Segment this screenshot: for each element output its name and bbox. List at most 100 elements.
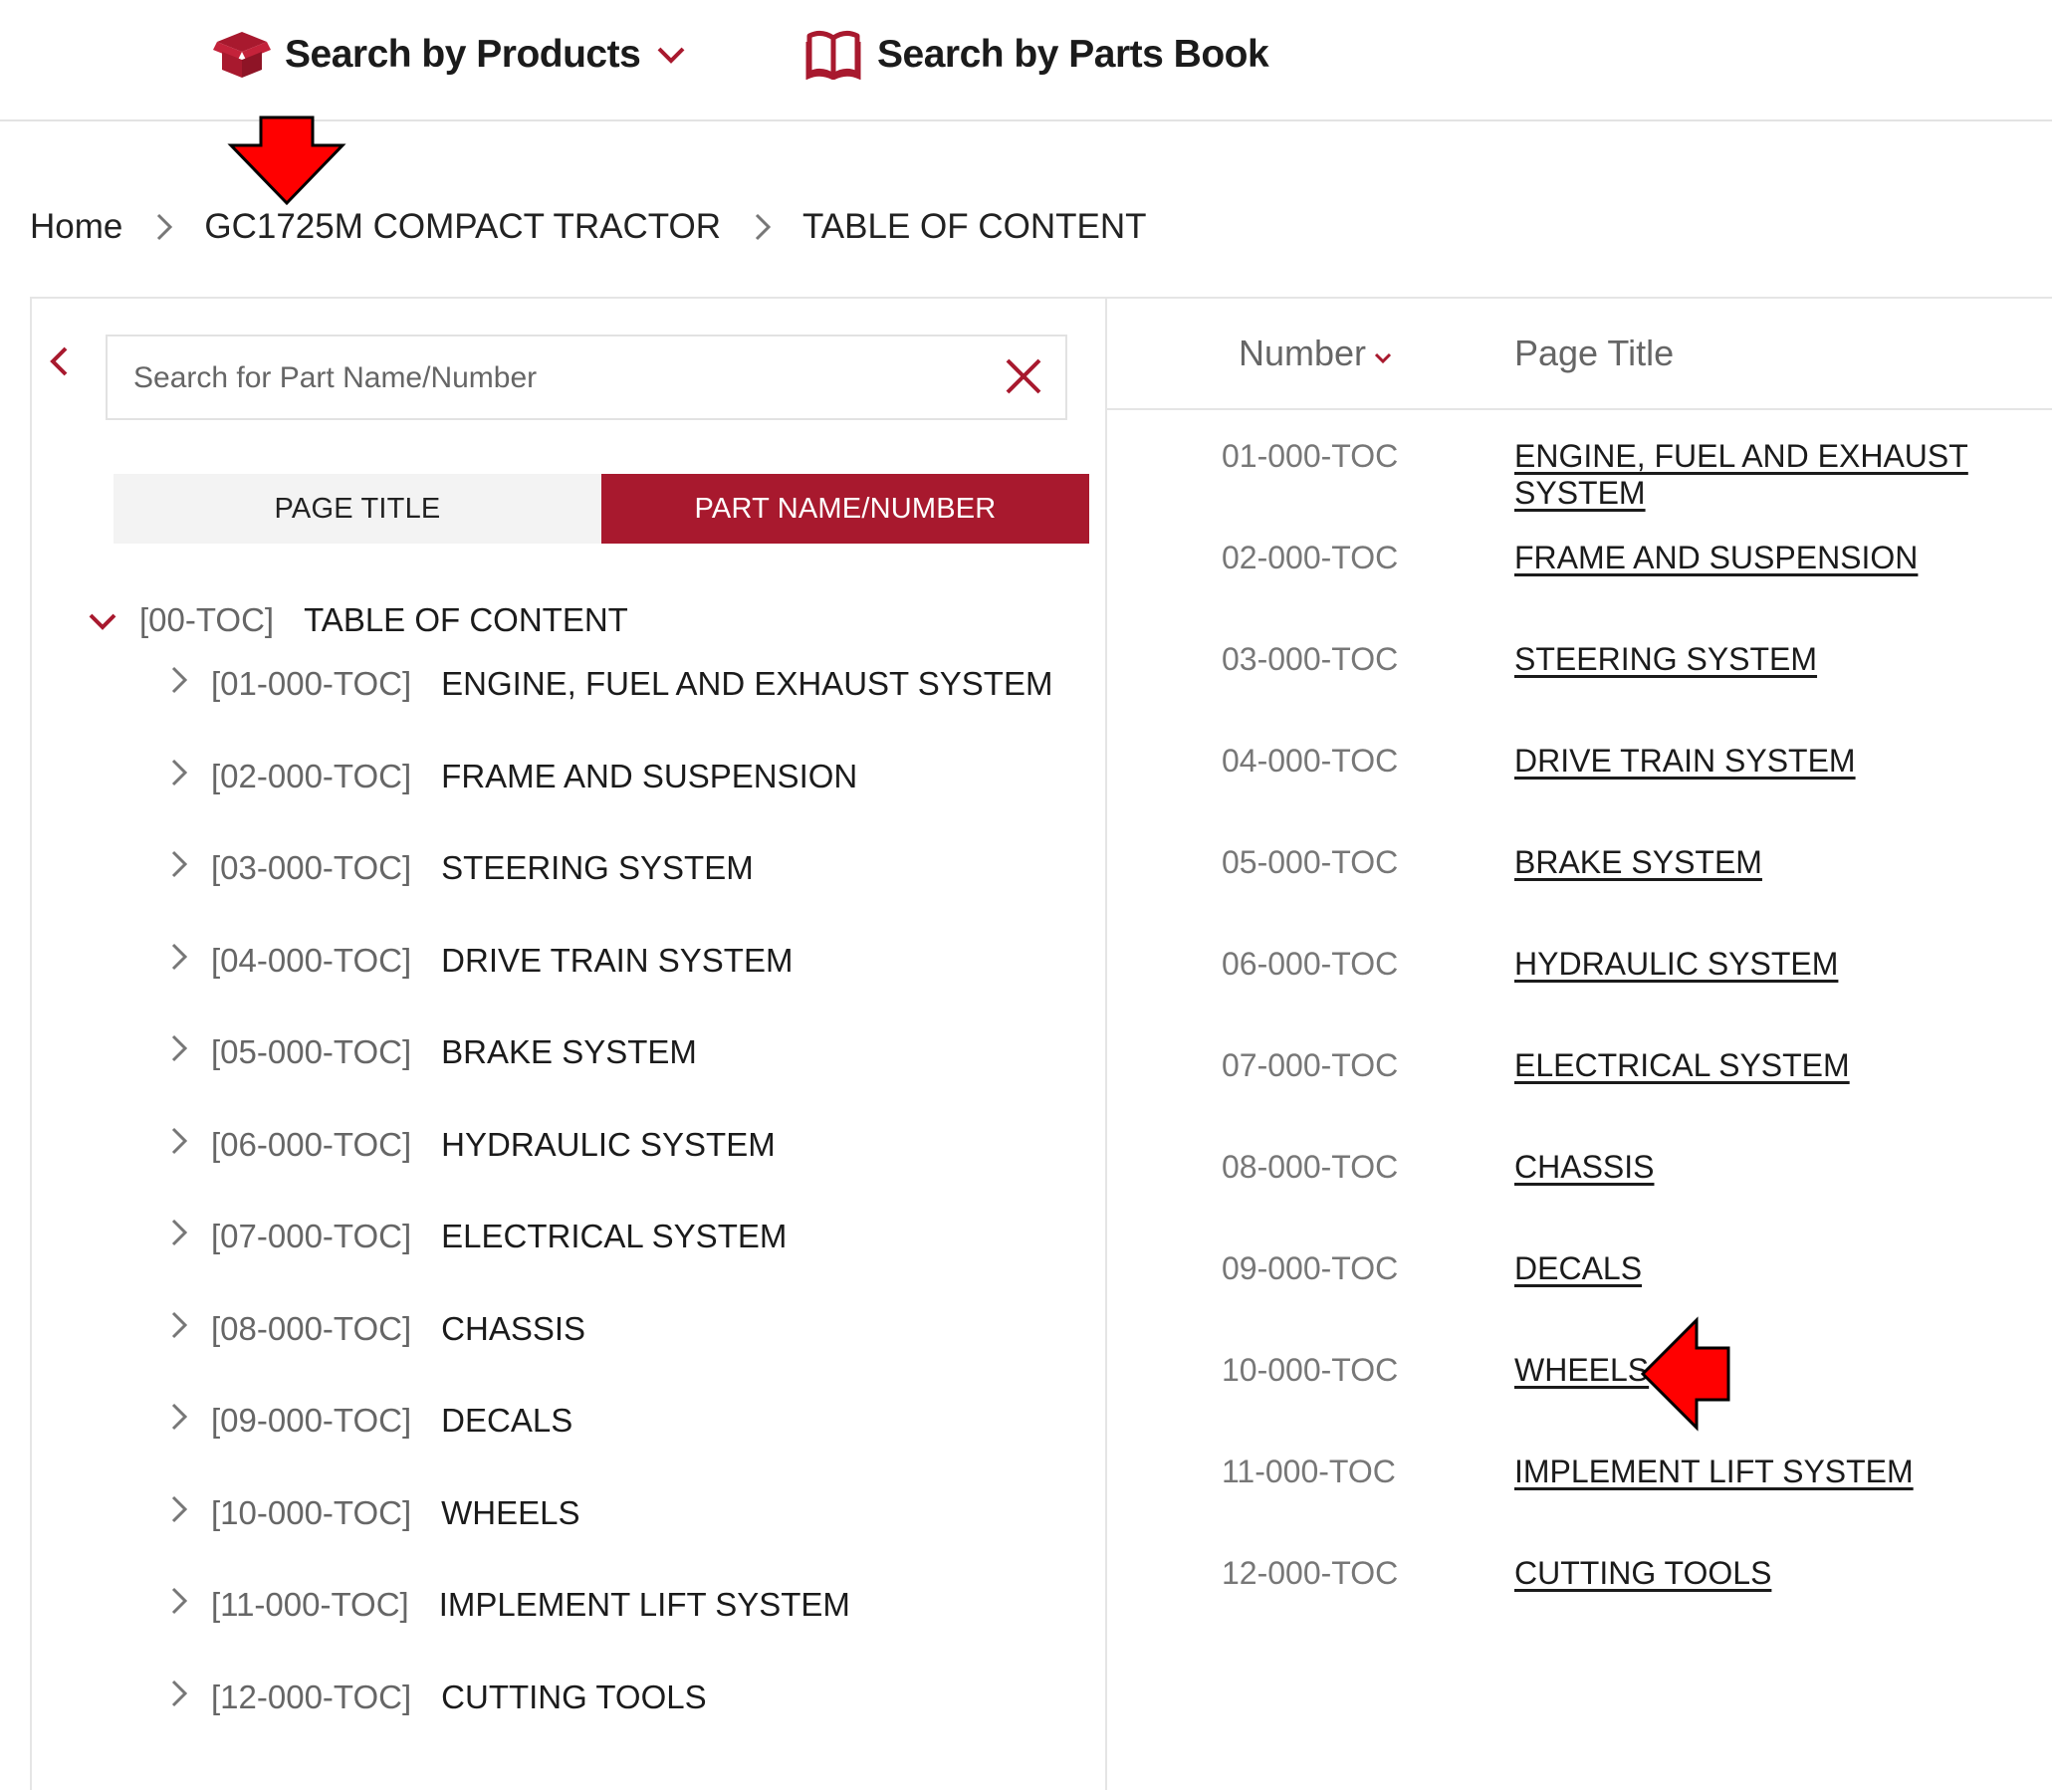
table-row-title-link[interactable]: IMPLEMENT LIFT SYSTEM [1514,1454,1914,1490]
table-row-number: 04-000-TOC [1222,743,1399,779]
chevron-right-icon[interactable] [169,1401,189,1441]
chevron-right-icon[interactable] [169,941,189,981]
search-by-parts-book-menu[interactable]: Search by Parts Book [805,30,1269,80]
tab-part-name-number[interactable]: PART NAME/NUMBER [601,474,1089,544]
chevron-right-icon [154,211,174,243]
search-by-products-label: Search by Products [285,33,641,76]
tree-item[interactable]: [07-000-TOC] ELECTRICAL SYSTEM [169,1214,787,1259]
search-by-products-menu[interactable]: Search by Products [213,30,686,80]
tree-item-title: WHEELS [441,1493,580,1531]
tree-item[interactable]: [04-000-TOC] DRIVE TRAIN SYSTEM [169,938,793,984]
part-search-box [106,335,1067,420]
chevron-left-icon [48,346,70,382]
chevron-right-icon[interactable] [169,1217,189,1256]
collapse-sidebar-button[interactable] [48,344,70,383]
table-row-title-link[interactable]: CUTTING TOOLS [1514,1555,1771,1592]
table-row-title-link[interactable]: FRAME AND SUSPENSION [1514,540,1918,576]
table-row-number: 03-000-TOC [1222,641,1399,677]
table-row-title-link[interactable]: ELECTRICAL SYSTEM [1514,1047,1850,1084]
table-row-number: 09-000-TOC [1222,1250,1399,1286]
tree-item-title: DRIVE TRAIN SYSTEM [441,941,794,979]
table-row-title-link[interactable]: CHASSIS [1514,1149,1654,1186]
tree-item-title: IMPLEMENT LIFT SYSTEM [438,1586,850,1623]
chevron-right-icon[interactable] [169,1125,189,1165]
tree-item[interactable]: [11-000-TOC] IMPLEMENT LIFT SYSTEM [169,1582,850,1628]
tree-item-code: [03-000-TOC] [211,849,412,886]
red-arrow-icon [1639,1316,1732,1437]
table-row-number: 08-000-TOC [1222,1149,1399,1185]
tree-item-code: [02-000-TOC] [211,757,412,794]
red-arrow-icon [227,115,346,212]
tree-item-code: [07-000-TOC] [211,1218,412,1254]
table-header-divider [1107,408,2052,410]
toc-sidebar: PAGE TITLE PART NAME/NUMBER [00-TOC] TAB… [30,297,1107,1790]
tree-item-code: [05-000-TOC] [211,1033,412,1070]
breadcrumb: Home GC1725M COMPACT TRACTOR TABLE OF CO… [30,207,1147,247]
tree-item[interactable]: [09-000-TOC] DECALS [169,1398,572,1444]
chevron-right-icon[interactable] [169,848,189,888]
table-row-number: 11-000-TOC [1222,1454,1396,1489]
column-header-number-label: Number [1239,333,1367,373]
part-search-input[interactable] [131,336,992,420]
tree-item-code: [04-000-TOC] [211,941,412,979]
toc-table: Number Page Title 01-000-TOC ENGINE, FUEL… [1107,297,2052,1792]
table-row-title-link[interactable]: STEERING SYSTEM [1514,641,1817,678]
chevron-right-icon[interactable] [169,1585,189,1625]
tree-item-title: CHASSIS [441,1309,586,1347]
tree-item-root[interactable]: [00-TOC] TABLE OF CONTENT [88,597,628,643]
table-row-title-link[interactable]: HYDRAULIC SYSTEM [1514,946,1838,983]
tree-item-code: [11-000-TOC] [211,1586,409,1623]
tree-item[interactable]: [08-000-TOC] CHASSIS [169,1306,585,1352]
top-nav: Search by Products Search by Parts Book [0,0,2052,121]
tree-item-code: [06-000-TOC] [211,1125,412,1163]
table-row-number: 02-000-TOC [1222,540,1399,575]
tree-item[interactable]: [05-000-TOC] BRAKE SYSTEM [169,1029,697,1075]
tree-item-title: ELECTRICAL SYSTEM [441,1218,788,1254]
chevron-right-icon[interactable] [169,1309,189,1349]
close-icon [1004,358,1043,400]
tree-item-title: TABLE OF CONTENT [304,601,628,638]
tree-item[interactable]: [10-000-TOC] WHEELS [169,1490,580,1536]
tree-item[interactable]: [12-000-TOC] CUTTING TOOLS [169,1675,707,1720]
table-row-title-link[interactable]: BRAKE SYSTEM [1514,844,1762,881]
chevron-right-icon[interactable] [169,757,189,796]
table-row-number: 01-000-TOC [1222,438,1399,474]
table-row-title-link[interactable]: DRIVE TRAIN SYSTEM [1514,743,1856,780]
chevron-down-icon [656,45,686,65]
tree-item-code: [08-000-TOC] [211,1309,412,1347]
chevron-right-icon[interactable] [169,1678,189,1717]
tree-item-code: [12-000-TOC] [211,1678,412,1715]
chevron-right-icon[interactable] [169,1493,189,1533]
box-icon [213,30,271,80]
table-row-number: 10-000-TOC [1222,1352,1399,1388]
tree-item-title: FRAME AND SUSPENSION [441,757,858,794]
tree-item-title: HYDRAULIC SYSTEM [441,1125,776,1163]
column-header-number[interactable]: Number [1239,333,1392,374]
tree-item-title: CUTTING TOOLS [441,1678,707,1715]
breadcrumb-product[interactable]: GC1725M COMPACT TRACTOR [204,207,721,247]
chevron-right-icon [753,211,773,243]
tree-item-code: [01-000-TOC] [211,665,412,702]
tree-item-title: DECALS [441,1402,573,1439]
tree-item[interactable]: [02-000-TOC] FRAME AND SUSPENSION [169,754,857,799]
breadcrumb-home[interactable]: Home [30,207,122,247]
column-header-page-title[interactable]: Page Title [1514,333,1674,374]
table-row-number: 12-000-TOC [1222,1555,1399,1591]
chevron-down-icon[interactable] [88,601,117,639]
chevron-right-icon[interactable] [169,1032,189,1072]
tree-item[interactable]: [06-000-TOC] HYDRAULIC SYSTEM [169,1122,776,1168]
table-row-title-link[interactable]: DECALS [1514,1250,1642,1287]
sort-down-icon [1366,333,1392,374]
chevron-right-icon[interactable] [169,664,189,704]
table-row-number: 05-000-TOC [1222,844,1399,880]
tree-item[interactable]: [03-000-TOC] STEERING SYSTEM [169,845,754,891]
tab-page-title[interactable]: PAGE TITLE [114,474,601,544]
clear-search-button[interactable] [1004,356,1043,401]
tree-item[interactable]: [01-000-TOC] ENGINE, FUEL AND EXHAUST SYS… [169,661,1052,707]
tree-item-code: [10-000-TOC] [211,1493,412,1531]
tree-item-code: [00-TOC] [139,601,275,638]
tree-item-code: [09-000-TOC] [211,1402,412,1439]
search-by-parts-book-label: Search by Parts Book [877,33,1269,76]
table-row-title-link[interactable]: ENGINE, FUEL AND EXHAUST SYSTEM [1514,438,2052,512]
table-row-title-link[interactable]: WHEELS [1514,1352,1649,1389]
